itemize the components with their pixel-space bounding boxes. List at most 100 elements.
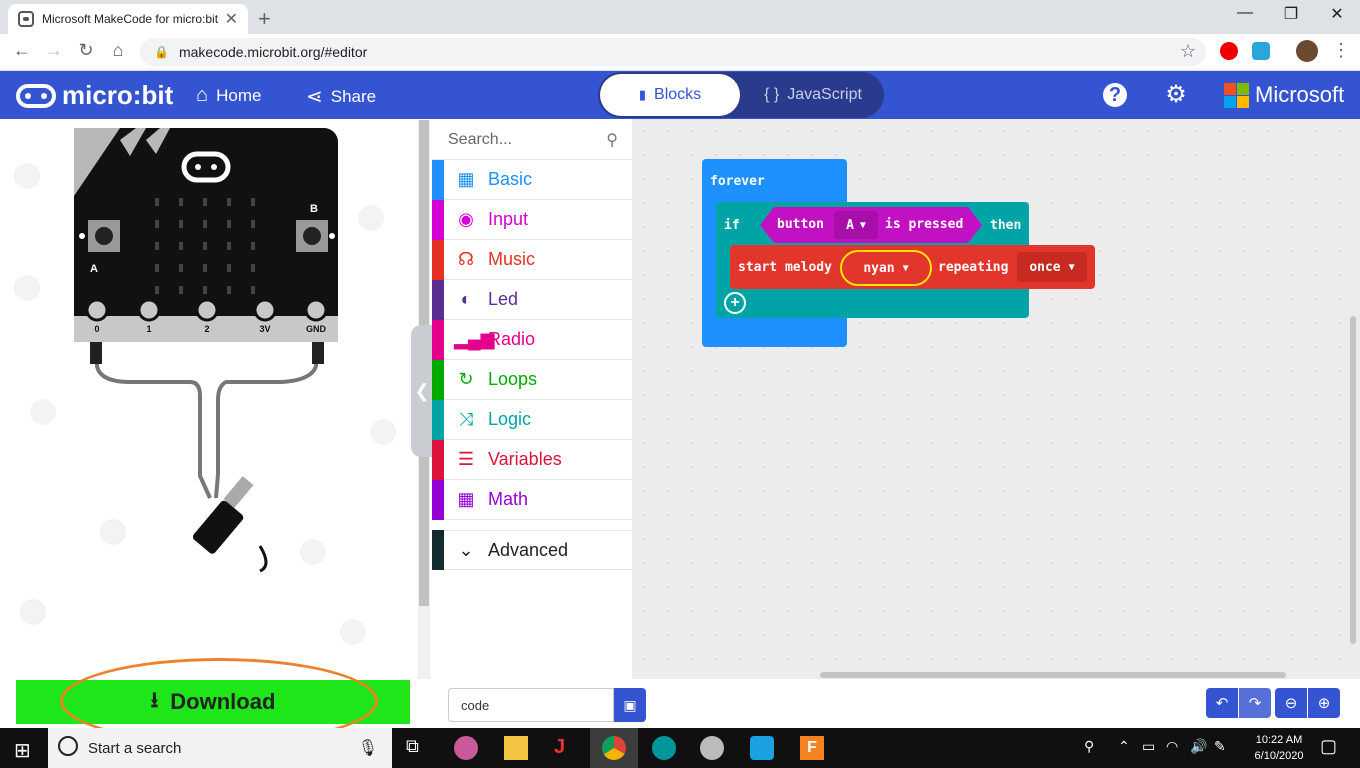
zoom-out-button[interactable]: ⊖ (1275, 688, 1307, 718)
headphones-icon: ☊ (458, 249, 474, 269)
home-icon[interactable]: ⌂ (106, 40, 130, 61)
redo-button[interactable]: ↷ (1239, 688, 1271, 718)
forever-label: forever (710, 174, 765, 189)
braces-icon: { } (764, 86, 780, 103)
java-app-icon[interactable]: J (554, 736, 578, 760)
search-icon[interactable]: ⚲ (606, 130, 618, 150)
category-input[interactable]: ◉ Input (432, 199, 632, 240)
fusion-app-icon[interactable]: F (800, 736, 824, 760)
workspace-horizontal-scrollbar[interactable] (820, 672, 1286, 678)
volume-icon[interactable]: 🔊 (1190, 738, 1207, 755)
new-tab-button[interactable]: + (258, 6, 271, 32)
workspace-vertical-scrollbar[interactable] (1350, 316, 1356, 644)
app-compass-icon[interactable] (700, 736, 724, 760)
cura-app-icon[interactable] (750, 736, 774, 760)
extension-cloud-icon[interactable] (1252, 42, 1270, 60)
battery-icon[interactable]: ▭ (1142, 738, 1155, 755)
then-label: then (990, 218, 1022, 233)
pen-icon[interactable]: ✎ (1214, 738, 1226, 755)
gear-icon[interactable]: ⚙ (1164, 83, 1188, 107)
puzzle-icon: ▮ (638, 87, 647, 102)
pin-0-label: 0 (94, 324, 99, 334)
calculator-icon: ▦ (457, 489, 475, 509)
microsoft-logo[interactable]: Microsoft (1224, 82, 1344, 108)
notifications-icon[interactable]: ▢ (1320, 736, 1337, 757)
undo-button[interactable]: ↶ (1206, 688, 1238, 718)
show-hidden-icons[interactable]: ⌃ (1118, 738, 1130, 755)
button-dropdown[interactable]: A ▼ (834, 211, 878, 239)
wifi-icon[interactable]: ◠ (1166, 738, 1178, 755)
category-logic[interactable]: ⤨ Logic (432, 399, 632, 440)
refresh-icon: ↻ (458, 369, 474, 389)
help-icon[interactable]: ? (1103, 83, 1127, 107)
pin-3v-label: 3V (259, 324, 270, 334)
file-explorer-icon[interactable] (504, 736, 528, 760)
home-button[interactable]: ⌂ Home (196, 84, 261, 107)
people-icon[interactable]: ⚲ (1084, 738, 1094, 755)
back-icon[interactable]: ← (10, 40, 34, 61)
extension-stop-icon[interactable] (1220, 42, 1238, 60)
toolbox-search[interactable]: Search... ⚲ (432, 120, 632, 160)
share-button[interactable]: ⋖ Share (306, 84, 376, 109)
share-label: Share (330, 86, 377, 106)
category-basic[interactable]: ▦ Basic (432, 159, 632, 200)
category-label: Music (488, 249, 536, 269)
target-icon: ◉ (458, 209, 474, 229)
category-label: Led (488, 289, 519, 309)
chrome-icon[interactable] (602, 736, 626, 760)
chevron-left-icon: ❮ (414, 380, 430, 401)
microsoft-label: Microsoft (1255, 82, 1345, 107)
taskbar-clock[interactable]: 10:22 AM 6/10/2020 (1240, 732, 1318, 764)
minimize-button[interactable]: — (1222, 4, 1268, 22)
close-window-button[interactable]: ✕ (1314, 4, 1360, 24)
pin-2-label: 2 (204, 324, 209, 334)
repeat-dropdown[interactable]: once ▼ (1017, 252, 1087, 282)
microbit-simulator[interactable]: A B 0 1 2 3V GND (60, 126, 360, 586)
category-advanced[interactable]: ⌄ Advanced (432, 530, 632, 570)
melody-value: nyan (863, 260, 895, 276)
repeating-label: repeating (938, 260, 1009, 275)
category-loops[interactable]: ↻ Loops (432, 359, 632, 400)
tab-close-icon[interactable]: ✕ (225, 9, 238, 29)
microbit-logo[interactable]: micro:bit (16, 80, 173, 111)
paint-app-icon[interactable] (454, 736, 478, 760)
redo-icon: ↷ (1248, 695, 1262, 712)
add-else-plus-icon[interactable]: + (724, 292, 746, 314)
category-variables[interactable]: ☰ Variables (432, 439, 632, 480)
project-name-value: code (461, 697, 490, 713)
browser-tab[interactable]: Microsoft MakeCode for micro:bit ✕ (8, 4, 248, 34)
button-is-pressed-block[interactable]: button A ▼ is pressed (760, 207, 982, 243)
restore-button[interactable]: ❐ (1268, 4, 1314, 24)
javascript-tab[interactable]: { } JavaScript (748, 74, 878, 116)
microbit-favicon-icon (18, 11, 34, 27)
profile-avatar[interactable] (1296, 40, 1318, 62)
browser-menu-icon[interactable]: ⋮ (1332, 40, 1350, 61)
category-led[interactable]: ◐ Led (432, 279, 632, 320)
collapse-simulator-button[interactable]: ❮ (411, 325, 433, 457)
save-button[interactable]: ▣ (614, 688, 646, 722)
category-radio[interactable]: ▂▄▆ Radio (432, 319, 632, 360)
category-math[interactable]: ▦ Math (432, 479, 632, 520)
start-melody-label: start melody (738, 260, 832, 275)
clock-time: 10:22 AM (1255, 734, 1303, 746)
category-music[interactable]: ☊ Music (432, 239, 632, 280)
blocks-tab[interactable]: ▮ Blocks (600, 74, 740, 116)
reload-icon[interactable]: ↻ (74, 40, 98, 61)
tab-title: Microsoft MakeCode for micro:bit (42, 12, 219, 26)
microphone-icon[interactable]: 🎙 (358, 738, 378, 758)
microsoft-squares-icon (1224, 82, 1249, 108)
home-label: Home (216, 85, 262, 105)
melody-dropdown[interactable]: nyan ▼ (840, 250, 932, 286)
bookmark-star-icon[interactable]: ☆ (1180, 41, 1196, 62)
zoom-in-button[interactable]: ⊕ (1308, 688, 1340, 718)
taskbar-search[interactable]: Start a search 🎙 (48, 728, 392, 768)
shuffle-icon: ⤨ (458, 409, 474, 429)
arduino-icon[interactable] (652, 736, 676, 760)
windows-start-icon[interactable]: ⊞ (14, 738, 31, 763)
address-bar[interactable]: 🔒 makecode.microbit.org/#editor (140, 38, 1206, 66)
undo-icon: ↶ (1215, 695, 1229, 712)
project-name-input[interactable]: code (448, 688, 614, 722)
task-view-icon[interactable]: ⧉ (406, 736, 430, 760)
forward-icon[interactable]: → (42, 40, 66, 61)
dropdown-arrow-icon: ▼ (859, 219, 866, 231)
